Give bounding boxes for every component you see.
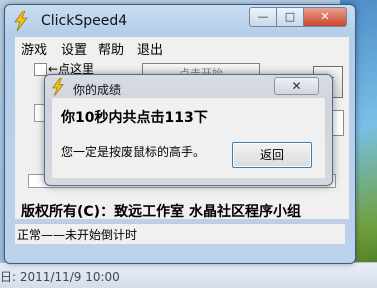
menu-game[interactable]: 游戏	[21, 39, 47, 58]
option-checkbox[interactable]	[34, 63, 47, 76]
menu-help[interactable]: 帮助	[98, 39, 124, 58]
message-text: 您一定是按废鼠标的高手。	[61, 145, 206, 159]
minimize-button[interactable]: —	[249, 7, 277, 27]
window-title: ClickSpeed4	[41, 13, 128, 29]
status-bar: 正常——未开始倒计时	[15, 223, 345, 244]
menu-exit[interactable]: 退出	[137, 39, 163, 58]
desktop-date: 日: 2011/11/9 10:00	[0, 270, 120, 284]
maximize-button[interactable]: □	[276, 7, 304, 27]
menu-bar: 游戏 设置 帮助 退出	[15, 37, 349, 58]
menu-settings[interactable]: 设置	[61, 39, 87, 58]
return-button[interactable]: 返回	[232, 142, 312, 168]
status-text: 正常——未开始倒计时	[17, 228, 138, 242]
dialog-title: 你的成绩	[73, 83, 122, 97]
lightning-icon	[52, 78, 64, 96]
lightning-icon	[14, 11, 28, 31]
dialog-close-button[interactable]: ✕	[274, 77, 319, 95]
result-dialog: 你的成绩 ✕ 你10秒内共点击113下 您一定是按废鼠标的高手。 返回	[44, 74, 333, 186]
close-button[interactable]: ✕	[303, 7, 347, 27]
result-text: 你10秒内共点击113下	[61, 110, 208, 126]
copyright-text: 版权所有(C)：致远工作室 水晶社区程序小组	[21, 204, 301, 220]
dialog-client-area: 你10秒内共点击113下 您一定是按废鼠标的高手。 返回	[52, 98, 325, 178]
